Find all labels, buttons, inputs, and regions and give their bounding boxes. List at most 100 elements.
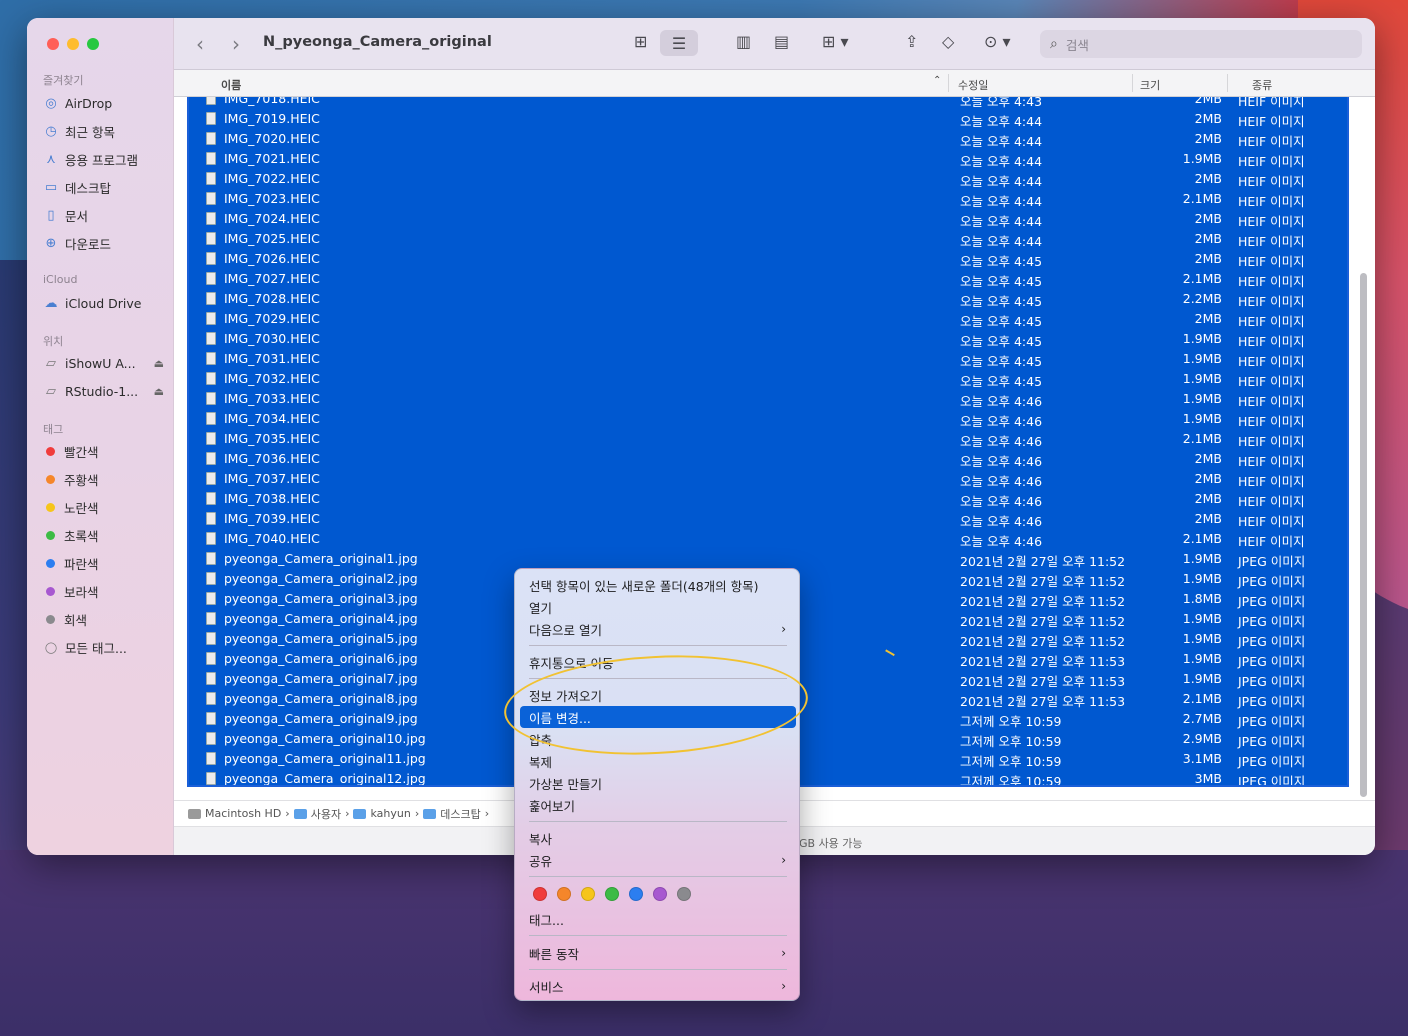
list-view-button[interactable]: ☰ <box>660 30 698 56</box>
column-kind-header[interactable]: 종류 <box>1252 77 1272 93</box>
file-row[interactable]: IMG_7032.HEIC 오늘 오후 4:45 1.9MB HEIF 이미지 <box>189 369 1347 389</box>
sidebar-all-tags[interactable]: ◯ 모든 태그... <box>43 636 168 658</box>
tag-orange-swatch[interactable] <box>557 887 571 901</box>
more-actions-button[interactable]: ⊙ ▾ <box>984 32 1011 51</box>
column-divider <box>1227 74 1228 92</box>
path-item-macintosh-hd[interactable]: Macintosh HD <box>188 807 281 820</box>
menu-item-make-alias[interactable]: 가상본 만들기 <box>520 772 796 794</box>
sidebar-item-documents[interactable]: ▯ 문서 <box>43 204 168 226</box>
path-item-users[interactable]: 사용자 <box>293 806 341 822</box>
file-kind: JPEG 이미지 <box>1238 694 1306 709</box>
file-row[interactable]: IMG_7028.HEIC 오늘 오후 4:45 2.2MB HEIF 이미지 <box>189 289 1347 309</box>
group-button[interactable]: ⊞ ▾ <box>822 32 849 51</box>
file-row[interactable]: IMG_7038.HEIC 오늘 오후 4:46 2MB HEIF 이미지 <box>189 489 1347 509</box>
file-row[interactable]: IMG_7040.HEIC 오늘 오후 4:46 2.1MB HEIF 이미지 <box>189 529 1347 549</box>
sidebar-item-ishowu[interactable]: ▱ iShowU A... ⏏ <box>43 352 168 374</box>
file-row[interactable]: IMG_7018.HEIC 오늘 오후 4:43 2MB HEIF 이미지 <box>189 97 1347 109</box>
sidebar-item-applications[interactable]: ⋏ 응용 프로그램 <box>43 148 168 170</box>
zoom-button[interactable] <box>87 38 99 50</box>
menu-item-tags[interactable]: 태그... <box>520 908 796 930</box>
file-size: 2.1MB <box>1182 431 1222 446</box>
folder-icon <box>293 808 307 819</box>
sidebar-item-desktop[interactable]: ▭ 데스크탑 <box>43 176 168 198</box>
file-name: IMG_7039.HEIC <box>224 511 320 526</box>
file-row[interactable]: IMG_7019.HEIC 오늘 오후 4:44 2MB HEIF 이미지 <box>189 109 1347 129</box>
close-button[interactable] <box>47 38 59 50</box>
file-row[interactable]: IMG_7020.HEIC 오늘 오후 4:44 2MB HEIF 이미지 <box>189 129 1347 149</box>
menu-item-share[interactable]: 공유 › <box>520 849 796 871</box>
sidebar-item-recents[interactable]: ◷ 최근 항목 <box>43 120 168 142</box>
back-button[interactable]: ‹ <box>196 32 204 56</box>
sidebar-item-downloads[interactable]: ⊕ 다운로드 <box>43 232 168 254</box>
file-modified-date: 2021년 2월 27일 오후 11:52 <box>960 594 1126 609</box>
gallery-view-button[interactable]: ▤ <box>774 32 789 51</box>
menu-item-open-with[interactable]: 다음으로 열기 › <box>520 618 796 640</box>
forward-button[interactable]: › <box>232 32 240 56</box>
tag-green-swatch[interactable] <box>605 887 619 901</box>
eject-icon[interactable]: ⏏ <box>154 357 164 370</box>
file-row[interactable]: IMG_7026.HEIC 오늘 오후 4:45 2MB HEIF 이미지 <box>189 249 1347 269</box>
eject-icon[interactable]: ⏏ <box>154 385 164 398</box>
file-row[interactable]: IMG_7039.HEIC 오늘 오후 4:46 2MB HEIF 이미지 <box>189 509 1347 529</box>
menu-item-copy[interactable]: 복사 <box>520 827 796 849</box>
column-view-button[interactable]: ▥ <box>736 32 751 51</box>
sidebar-item-rstudio[interactable]: ▱ RStudio-1... ⏏ <box>43 380 168 402</box>
sidebar-tag-gray[interactable]: 회색 <box>43 608 168 630</box>
file-modified-date: 오늘 오후 4:44 <box>960 194 1043 209</box>
path-item-desktop[interactable]: 데스크탑 <box>423 806 481 822</box>
icon-view-button[interactable]: ⊞ <box>634 32 647 51</box>
file-row[interactable]: pyeonga_Camera_original1.jpg 2021년 2월 27일… <box>189 549 1347 569</box>
file-row[interactable]: IMG_7031.HEIC 오늘 오후 4:45 1.9MB HEIF 이미지 <box>189 349 1347 369</box>
minimize-button[interactable] <box>67 38 79 50</box>
tag-blue-swatch[interactable] <box>629 887 643 901</box>
file-row[interactable]: IMG_7036.HEIC 오늘 오후 4:46 2MB HEIF 이미지 <box>189 449 1347 469</box>
path-item-kahyun[interactable]: kahyun <box>353 807 411 820</box>
file-row[interactable]: IMG_7037.HEIC 오늘 오후 4:46 2MB HEIF 이미지 <box>189 469 1347 489</box>
menu-item-services[interactable]: 서비스 › <box>520 975 796 997</box>
sidebar-tag-yellow[interactable]: 노란색 <box>43 496 168 518</box>
file-row[interactable]: IMG_7029.HEIC 오늘 오후 4:45 2MB HEIF 이미지 <box>189 309 1347 329</box>
file-name: pyeonga_Camera_original4.jpg <box>224 611 418 626</box>
file-row[interactable]: IMG_7024.HEIC 오늘 오후 4:44 2MB HEIF 이미지 <box>189 209 1347 229</box>
image-file-icon <box>206 632 216 645</box>
file-row[interactable]: IMG_7023.HEIC 오늘 오후 4:44 2.1MB HEIF 이미지 <box>189 189 1347 209</box>
menu-item-quick-actions[interactable]: 빠른 동작 › <box>520 942 796 964</box>
image-file-icon <box>206 572 216 585</box>
tag-yellow-swatch[interactable] <box>581 887 595 901</box>
menu-item-quick-look[interactable]: 훑어보기 <box>520 794 796 816</box>
tag-red-swatch[interactable] <box>533 887 547 901</box>
file-kind: JPEG 이미지 <box>1238 774 1306 787</box>
file-row[interactable]: IMG_7022.HEIC 오늘 오후 4:44 2MB HEIF 이미지 <box>189 169 1347 189</box>
file-row[interactable]: IMG_7033.HEIC 오늘 오후 4:46 1.9MB HEIF 이미지 <box>189 389 1347 409</box>
sidebar-tag-blue[interactable]: 파란색 <box>43 552 168 574</box>
image-file-icon <box>206 192 216 205</box>
column-modified-header[interactable]: 수정일 <box>958 77 988 93</box>
tag-purple-swatch[interactable] <box>653 887 667 901</box>
yellow-tag-dot <box>46 502 55 512</box>
file-name: pyeonga_Camera_original8.jpg <box>224 691 418 706</box>
sidebar-tag-purple[interactable]: 보라색 <box>43 580 168 602</box>
file-size: 1.9MB <box>1182 671 1222 686</box>
file-row[interactable]: IMG_7021.HEIC 오늘 오후 4:44 1.9MB HEIF 이미지 <box>189 149 1347 169</box>
image-file-icon <box>206 772 216 785</box>
file-row[interactable]: IMG_7030.HEIC 오늘 오후 4:45 1.9MB HEIF 이미지 <box>189 329 1347 349</box>
sidebar-item-icloud-drive[interactable]: ☁ iCloud Drive <box>43 292 168 314</box>
file-row[interactable]: IMG_7027.HEIC 오늘 오후 4:45 2.1MB HEIF 이미지 <box>189 269 1347 289</box>
file-row[interactable]: IMG_7035.HEIC 오늘 오후 4:46 2.1MB HEIF 이미지 <box>189 429 1347 449</box>
sidebar-item-airdrop[interactable]: ◎ AirDrop <box>43 92 168 114</box>
sidebar-tag-orange[interactable]: 주황색 <box>43 468 168 490</box>
column-name-header[interactable]: 이름 <box>221 77 241 93</box>
sidebar-tag-green[interactable]: 초록색 <box>43 524 168 546</box>
file-row[interactable]: IMG_7025.HEIC 오늘 오후 4:44 2MB HEIF 이미지 <box>189 229 1347 249</box>
tag-gray-swatch[interactable] <box>677 887 691 901</box>
column-size-header[interactable]: 크기 <box>1140 77 1160 93</box>
file-size: 2MB <box>1194 491 1222 506</box>
vertical-scrollbar[interactable] <box>1360 273 1367 797</box>
tag-icon[interactable]: ◇ <box>942 32 954 51</box>
file-row[interactable]: IMG_7034.HEIC 오늘 오후 4:46 1.9MB HEIF 이미지 <box>189 409 1347 429</box>
menu-item-new-folder-with-selection[interactable]: 선택 항목이 있는 새로운 폴더(48개의 항목) <box>520 574 796 596</box>
search-field[interactable]: ⌕ 검색 <box>1040 30 1362 58</box>
menu-item-open[interactable]: 열기 <box>520 596 796 618</box>
share-icon[interactable]: ⇪ <box>905 32 918 51</box>
sidebar-tag-red[interactable]: 빨간색 <box>43 440 168 462</box>
